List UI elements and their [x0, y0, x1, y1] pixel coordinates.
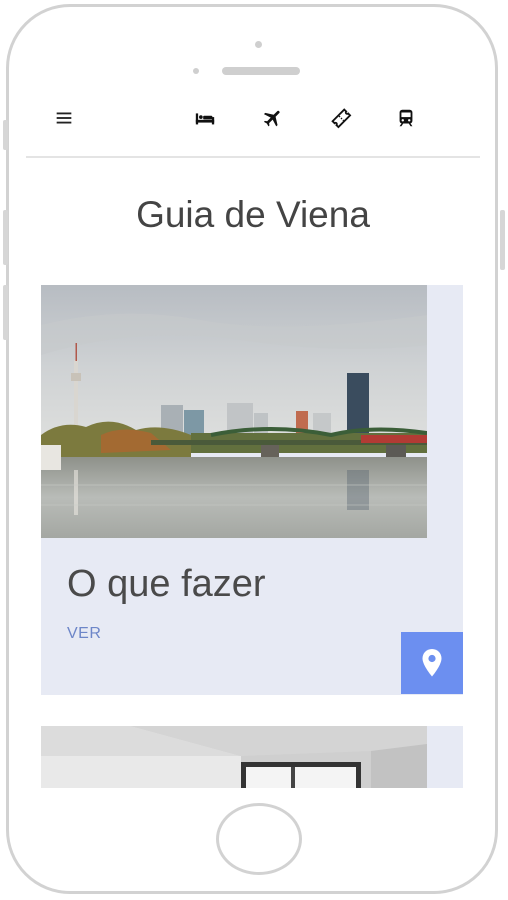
card-view-link[interactable]: VER: [67, 625, 101, 643]
proximity-sensor: [193, 68, 199, 74]
map-location-button[interactable]: [401, 632, 463, 694]
front-camera: [255, 41, 262, 48]
train-icon[interactable]: [392, 104, 420, 132]
volume-down-button: [3, 285, 8, 340]
volume-up-button: [3, 210, 8, 265]
hotel-bed-icon[interactable]: [191, 104, 219, 132]
top-navigation-bar: [26, 86, 480, 158]
mute-switch: [3, 120, 8, 150]
map-pin-icon: [422, 649, 442, 677]
page-title: Guia de Viena: [136, 194, 370, 235]
home-button[interactable]: [216, 803, 302, 875]
card-image-interior: [41, 726, 427, 788]
phone-screen: Guia de Viena O que fazer VER: [26, 86, 480, 788]
power-button: [500, 210, 505, 270]
airplane-icon[interactable]: [259, 104, 287, 132]
guide-card[interactable]: O que fazer VER: [41, 285, 463, 695]
card-title: O que fazer: [67, 563, 266, 605]
card-image-vienna-skyline: [41, 285, 427, 538]
guide-card-second[interactable]: [41, 726, 463, 788]
earpiece-speaker: [222, 67, 300, 75]
hamburger-menu-icon[interactable]: [50, 104, 78, 132]
ticket-icon[interactable]: [327, 104, 355, 132]
